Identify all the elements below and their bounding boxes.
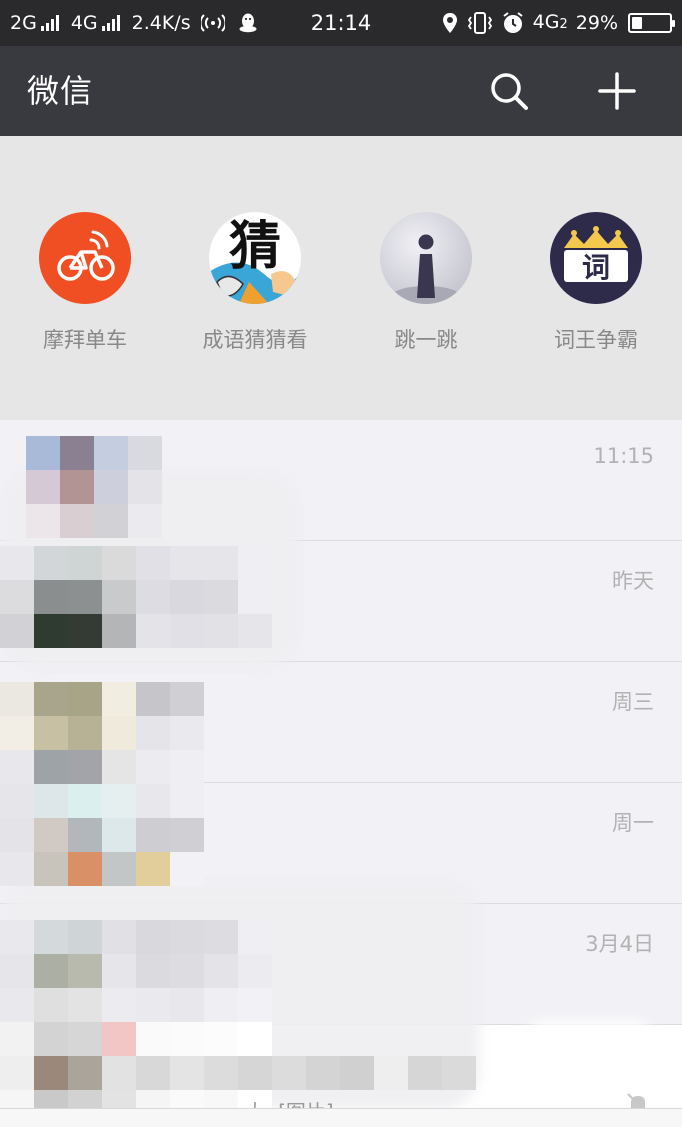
app-header: 微信 xyxy=(0,46,682,136)
search-button[interactable] xyxy=(486,68,532,114)
mini-program-label: 摩拜单车 xyxy=(43,328,127,352)
mini-program-mobike[interactable]: 摩拜单车 xyxy=(0,212,170,354)
mini-program-label: 成语猜猜看 xyxy=(202,328,308,352)
chat-time: 3月4日 xyxy=(585,932,654,956)
search-icon xyxy=(491,73,528,110)
privacy-blur xyxy=(520,1020,660,1080)
mini-program-label: 词王争霸 xyxy=(554,328,638,352)
network-type-2: 4G xyxy=(70,12,98,34)
privacy-mosaic xyxy=(26,436,162,538)
privacy-mosaic xyxy=(0,546,272,648)
mini-program-word-king[interactable]: 词 词王争霸 xyxy=(511,212,681,354)
vibrate-icon xyxy=(467,12,492,34)
network-speed: 2.4K/s xyxy=(131,12,191,34)
bottom-tab-bar xyxy=(0,1108,682,1127)
status-left: 2G 4G 2.4K/s xyxy=(10,0,259,46)
status-right: 4G2 29% xyxy=(441,0,675,46)
network-type-3: 4G2 xyxy=(532,10,568,33)
chat-time: 昨天 xyxy=(612,569,654,593)
page-title: 微信 xyxy=(27,72,94,110)
word-king-crown-icon: 词 xyxy=(550,212,642,304)
hotspot-icon xyxy=(200,14,225,32)
idiom-glyph: 猜 xyxy=(229,217,281,277)
privacy-mosaic xyxy=(0,920,272,1124)
jump-game-icon xyxy=(380,212,472,304)
qq-penguin-icon xyxy=(239,13,257,33)
signal-strength-icon-2 xyxy=(101,15,120,31)
chat-time: 周三 xyxy=(612,690,654,714)
idiom-guess-icon: 猜 xyxy=(209,212,301,304)
status-bar: 2G 4G 2.4K/s 21:14 4G2 29% xyxy=(0,0,682,46)
mini-program-jump[interactable]: 跳一跳 xyxy=(341,212,511,354)
mini-program-idiom-guess[interactable]: 猜 成语猜猜看 xyxy=(170,212,340,354)
word-king-glyph: 词 xyxy=(582,251,610,284)
mini-program-panel: 摩拜单车 猜 成语猜猜看 跳一跳 词 词王争霸 xyxy=(0,136,682,420)
add-button[interactable] xyxy=(594,68,640,114)
chat-time: 周一 xyxy=(612,811,654,835)
alarm-clock-icon xyxy=(503,12,523,33)
network-type-1: 2G xyxy=(10,12,37,34)
location-pin-icon xyxy=(442,13,457,33)
signal-strength-icon xyxy=(40,15,59,31)
privacy-mosaic xyxy=(272,1056,476,1090)
chat-time: 11:15 xyxy=(593,444,654,468)
battery-level-fill xyxy=(632,17,642,29)
network-sub: 2 xyxy=(559,16,568,32)
battery-icon xyxy=(628,13,675,33)
plus-icon xyxy=(598,72,636,110)
mobike-bicycle-icon xyxy=(39,212,131,304)
mini-program-label: 跳一跳 xyxy=(394,328,458,352)
privacy-mosaic xyxy=(0,682,204,886)
battery-percent: 29% xyxy=(575,12,618,34)
